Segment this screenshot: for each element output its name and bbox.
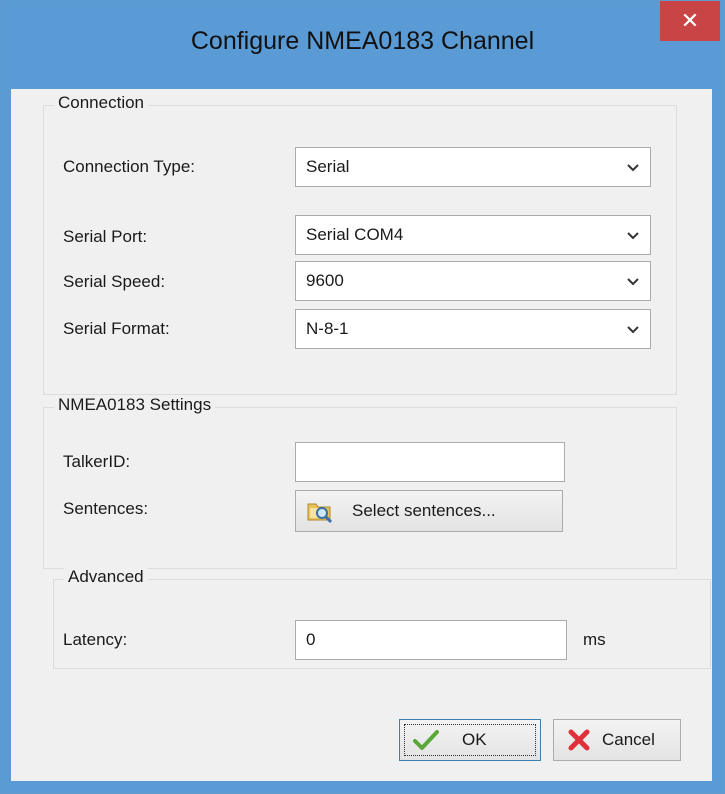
talker-id-field[interactable] bbox=[295, 442, 565, 482]
serial-port-value: Serial COM4 bbox=[306, 225, 404, 244]
serial-speed-value: 9600 bbox=[306, 271, 344, 290]
ok-button[interactable]: OK bbox=[399, 719, 541, 761]
serial-format-value: N-8-1 bbox=[306, 319, 349, 338]
serial-port-label: Serial Port: bbox=[63, 227, 148, 246]
talker-id-label: TalkerID: bbox=[63, 452, 131, 471]
talker-id-input[interactable] bbox=[296, 443, 564, 481]
focus-rectangle bbox=[404, 724, 536, 756]
serial-speed-label: Serial Speed: bbox=[63, 272, 166, 291]
latency-input[interactable] bbox=[296, 621, 566, 659]
nmea-settings-legend: NMEA0183 Settings bbox=[54, 395, 216, 415]
connection-type-select[interactable]: Serial bbox=[295, 147, 651, 187]
window-title: Configure NMEA0183 Channel bbox=[190, 27, 535, 55]
chevron-down-icon bbox=[627, 232, 639, 240]
folder-search-icon bbox=[306, 497, 334, 525]
sentences-label: Sentences: bbox=[63, 499, 149, 518]
dialog-window: Configure NMEA0183 Channel ✕ Connection … bbox=[0, 0, 725, 794]
serial-format-select[interactable]: N-8-1 bbox=[295, 309, 651, 349]
x-icon bbox=[566, 728, 592, 752]
dialog-client-area: Connection Connection Type: Serial Seria… bbox=[11, 89, 712, 781]
serial-port-select[interactable]: Serial COM4 bbox=[295, 215, 651, 255]
latency-label: Latency: bbox=[63, 630, 128, 649]
serial-speed-select[interactable]: 9600 bbox=[295, 261, 651, 301]
advanced-legend: Advanced bbox=[64, 567, 148, 587]
latency-unit: ms bbox=[583, 630, 606, 649]
chevron-down-icon bbox=[627, 326, 639, 334]
select-sentences-button[interactable]: Select sentences... bbox=[295, 490, 563, 532]
cancel-label: Cancel bbox=[602, 730, 655, 749]
select-sentences-label: Select sentences... bbox=[352, 501, 496, 520]
connection-type-value: Serial bbox=[306, 157, 350, 176]
serial-format-label: Serial Format: bbox=[63, 319, 170, 338]
connection-type-label: Connection Type: bbox=[63, 157, 195, 176]
cancel-button[interactable]: Cancel bbox=[553, 719, 681, 761]
title-bar: Configure NMEA0183 Channel ✕ bbox=[1, 1, 724, 89]
latency-field[interactable] bbox=[295, 620, 567, 660]
nmea-settings-group: NMEA0183 Settings bbox=[43, 395, 677, 569]
connection-legend: Connection bbox=[54, 93, 149, 113]
close-icon: ✕ bbox=[680, 8, 700, 34]
chevron-down-icon bbox=[627, 164, 639, 172]
chevron-down-icon bbox=[627, 278, 639, 286]
close-button[interactable]: ✕ bbox=[660, 1, 720, 41]
